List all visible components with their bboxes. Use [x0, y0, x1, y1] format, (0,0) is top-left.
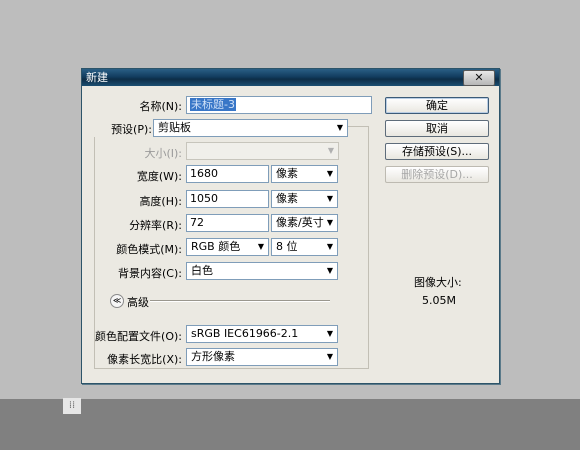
width-unit-value: 像素: [276, 167, 298, 180]
pixel-aspect-label: 像素长宽比(X):: [107, 353, 182, 366]
color-mode-select[interactable]: RGB 颜色 ▼: [186, 238, 269, 256]
cancel-button[interactable]: 取消: [385, 120, 489, 137]
delete-preset-button: 删除预设(D)...: [385, 166, 489, 183]
resolution-label: 分辨率(R):: [129, 219, 182, 232]
bit-depth-select[interactable]: 8 位 ▼: [271, 238, 338, 256]
resolution-field[interactable]: 72: [186, 214, 269, 232]
width-unit-select[interactable]: 像素 ▼: [271, 165, 338, 183]
image-size-label: 图像大小:: [414, 276, 462, 289]
chevron-down-icon: ▼: [326, 329, 333, 338]
chevron-down-icon: ▼: [257, 242, 264, 251]
bit-depth-value: 8 位: [276, 240, 298, 253]
color-profile-label: 颜色配置文件(O):: [95, 330, 182, 343]
color-mode-value: RGB 颜色: [191, 240, 241, 253]
preset-select-value: 剪贴板: [158, 121, 191, 134]
name-field[interactable]: 未标题-3: [186, 96, 372, 114]
close-button[interactable]: ✕: [463, 70, 495, 86]
background-value: 白色: [191, 264, 213, 277]
name-label: 名称(N):: [139, 100, 182, 113]
chevron-down-icon: ▼: [327, 146, 334, 155]
chevron-down-icon: ▼: [326, 169, 333, 178]
close-icon: ✕: [474, 71, 484, 84]
dialog-titlebar[interactable]: 新建 ✕: [82, 69, 499, 86]
preset-select[interactable]: 剪贴板 ▼: [153, 119, 348, 137]
color-profile-value: sRGB IEC61966-2.1: [191, 327, 299, 340]
workspace-bottom-bar: [0, 399, 580, 450]
size-label: 大小(I):: [144, 147, 182, 160]
color-mode-label: 颜色模式(M):: [116, 243, 182, 256]
background-select[interactable]: 白色 ▼: [186, 262, 338, 280]
ok-button[interactable]: 确定: [385, 97, 489, 114]
advanced-divider: [150, 300, 330, 302]
background-label: 背景内容(C):: [118, 267, 182, 280]
preset-label: 预设(P):: [92, 121, 154, 137]
chevron-down-icon: ▼: [326, 218, 333, 227]
advanced-label: 高级: [127, 296, 149, 309]
height-unit-select[interactable]: 像素 ▼: [271, 190, 338, 208]
chevron-down-icon: ▼: [326, 242, 333, 251]
height-label: 高度(H):: [139, 195, 182, 208]
chevron-up-icon: ≪: [112, 296, 122, 305]
chevron-down-icon: ▼: [326, 352, 333, 361]
resolution-unit-value: 像素/英寸: [276, 216, 324, 229]
image-size-value: 5.05M: [422, 294, 456, 307]
chevron-down-icon: ▼: [336, 123, 343, 132]
resize-grip-icon[interactable]: ⁞⁞: [63, 398, 81, 414]
width-label: 宽度(W):: [136, 170, 182, 183]
new-document-dialog: 新建 ✕ 名称(N): 未标题-3 预设(P): 剪贴板 ▼ 大小(I): ▼ …: [81, 68, 500, 384]
advanced-toggle-button[interactable]: ≪: [110, 294, 124, 308]
pixel-aspect-value: 方形像素: [191, 350, 235, 363]
name-field-value: 未标题-3: [190, 98, 236, 111]
resolution-unit-select[interactable]: 像素/英寸 ▼: [271, 214, 338, 232]
chevron-down-icon: ▼: [326, 266, 333, 275]
height-unit-value: 像素: [276, 192, 298, 205]
chevron-down-icon: ▼: [326, 194, 333, 203]
size-select: ▼: [186, 142, 339, 160]
height-field[interactable]: 1050: [186, 190, 269, 208]
save-preset-button[interactable]: 存储预设(S)...: [385, 143, 489, 160]
width-field[interactable]: 1680: [186, 165, 269, 183]
color-profile-select[interactable]: sRGB IEC61966-2.1 ▼: [186, 325, 338, 343]
pixel-aspect-select[interactable]: 方形像素 ▼: [186, 348, 338, 366]
dialog-title: 新建: [86, 71, 108, 84]
